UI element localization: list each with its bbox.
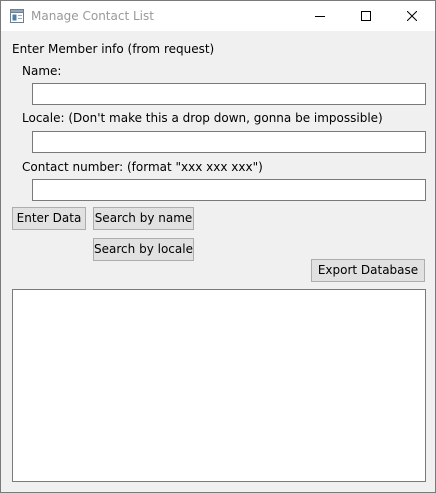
maximize-icon xyxy=(361,11,371,21)
maximize-button[interactable] xyxy=(343,1,389,31)
name-input[interactable] xyxy=(32,83,426,105)
locale-input[interactable] xyxy=(32,131,426,153)
export-database-button[interactable]: Export Database xyxy=(311,259,425,282)
search-by-locale-button[interactable]: Search by locale xyxy=(93,238,194,261)
contact-number-input[interactable] xyxy=(32,179,426,201)
form-heading: Enter Member info (from request) xyxy=(12,42,215,56)
close-icon xyxy=(407,11,417,21)
app-window: Manage Contact List Enter Member info (f… xyxy=(0,0,436,493)
search-by-name-button[interactable]: Search by name xyxy=(93,207,194,230)
close-button[interactable] xyxy=(389,1,435,31)
minimize-button[interactable] xyxy=(297,1,343,31)
app-window-icon xyxy=(10,9,24,23)
window-title: Manage Contact List xyxy=(31,9,154,23)
contact-number-label: Contact number: (format "xxx xxx xxx") xyxy=(22,160,263,174)
name-label: Name: xyxy=(22,64,62,78)
results-list-box[interactable] xyxy=(12,289,426,482)
enter-data-button[interactable]: Enter Data xyxy=(12,207,86,230)
title-bar[interactable]: Manage Contact List xyxy=(1,1,435,31)
locale-label: Locale: (Don't make this a drop down, go… xyxy=(22,111,383,125)
minimize-icon xyxy=(315,16,325,17)
